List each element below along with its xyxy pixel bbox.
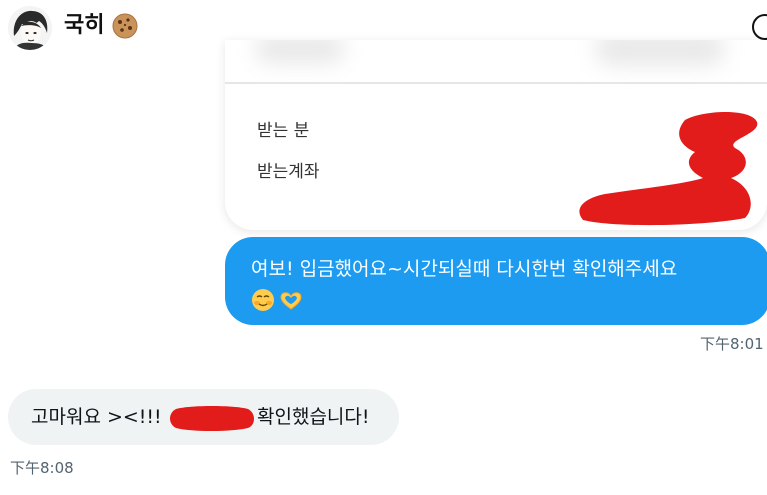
blurred-content [255, 40, 345, 64]
smiling-face-icon [252, 289, 274, 311]
redaction-mark [579, 112, 758, 226]
message-text: 확인했습니다! [257, 406, 370, 428]
timestamp: 下午8:01 [700, 335, 764, 353]
cookie-icon [112, 13, 138, 39]
info-icon[interactable] [752, 14, 767, 40]
divider [225, 82, 767, 84]
redaction-mark [170, 406, 254, 431]
heart-hands-icon [280, 292, 302, 310]
message-text: 고마워요 ><!!! [31, 406, 162, 428]
blurred-content [595, 40, 725, 66]
account-label: 받는계좌 [257, 162, 320, 182]
avatar[interactable] [8, 6, 52, 50]
contact-name[interactable]: 국히 [64, 12, 104, 40]
transfer-receipt-card[interactable]: 받는 분 받는계좌 [225, 40, 767, 230]
incoming-message-bubble[interactable]: 고마워요 ><!!! 확인했습니다! [8, 389, 399, 445]
outgoing-message-bubble[interactable]: 여보! 입금했어요~시간되실때 다시한번 확인해주세요 [225, 237, 767, 325]
recipient-label: 받는 분 [257, 121, 310, 141]
emoji-row [251, 287, 748, 313]
timestamp: 下午8:08 [10, 459, 74, 477]
message-text: 여보! 입금했어요~시간되실때 다시한번 확인해주세요 [251, 258, 678, 280]
